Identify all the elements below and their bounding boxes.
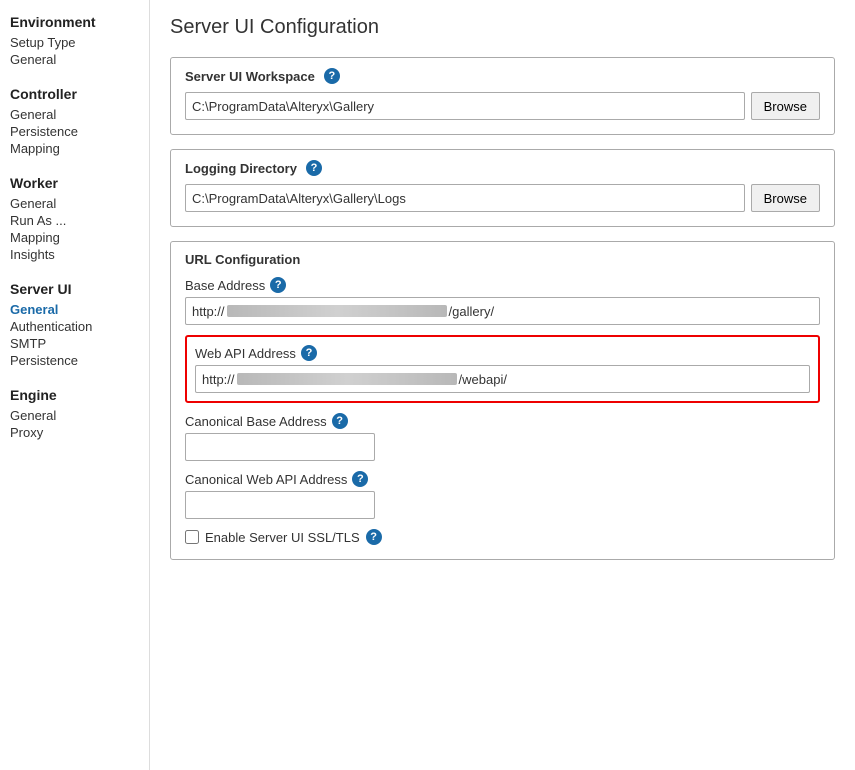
canonical-webapi-label: Canonical Web API Address ? [185,471,820,487]
sidebar-item-worker-runas[interactable]: Run As ... [10,212,149,229]
sidebar-item-engine-proxy[interactable]: Proxy [10,424,149,441]
base-address-blurred [227,305,447,317]
logging-section: Logging Directory ? Browse [170,149,835,227]
web-api-input[interactable]: http:// /webapi/ [195,365,810,393]
sidebar-item-env-general[interactable]: General [10,51,149,68]
web-api-prefix: http:// [202,372,235,387]
web-api-suffix: /webapi/ [459,372,507,387]
canonical-base-input[interactable] [185,433,375,461]
logging-help-icon[interactable]: ? [306,160,322,176]
sidebar-section-worker: Worker [10,175,149,191]
ssl-label[interactable]: Enable Server UI SSL/TLS [205,530,360,545]
sidebar-item-engine-general[interactable]: General [10,407,149,424]
sidebar-item-env-setup-type[interactable]: Setup Type [10,34,149,51]
workspace-input-row: Browse [185,92,820,120]
sidebar-section-engine: Engine [10,387,149,403]
workspace-section: Server UI Workspace ? Browse [170,57,835,135]
base-address-row: Base Address ? http:// /gallery/ [185,277,820,325]
sidebar-section-environment: Environment [10,14,149,30]
sidebar-item-serverui-smtp[interactable]: SMTP [10,335,149,352]
workspace-browse-button[interactable]: Browse [751,92,820,120]
sidebar-item-worker-mapping[interactable]: Mapping [10,229,149,246]
sidebar-section-serverui: Server UI [10,281,149,297]
web-api-label: Web API Address ? [195,345,810,361]
logging-browse-button[interactable]: Browse [751,184,820,212]
canonical-base-label: Canonical Base Address ? [185,413,820,429]
ssl-help-icon[interactable]: ? [366,529,382,545]
sidebar-section-controller: Controller [10,86,149,102]
sidebar-item-ctrl-general[interactable]: General [10,106,149,123]
base-address-input[interactable]: http:// /gallery/ [185,297,820,325]
ssl-checkbox-row: Enable Server UI SSL/TLS ? [185,529,820,545]
url-config-title: URL Configuration [185,252,820,267]
sidebar-item-ctrl-persistence[interactable]: Persistence [10,123,149,140]
canonical-base-row: Canonical Base Address ? [185,413,820,461]
sidebar: Environment Setup Type General Controlle… [0,0,150,770]
base-address-help-icon[interactable]: ? [270,277,286,293]
web-api-blurred [237,373,457,385]
sidebar-item-serverui-persistence[interactable]: Persistence [10,352,149,369]
canonical-webapi-input[interactable] [185,491,375,519]
sidebar-item-serverui-general[interactable]: General [10,301,149,318]
logging-input-row: Browse [185,184,820,212]
url-config-section: URL Configuration Base Address ? http://… [170,241,835,560]
main-content: Server UI Configuration Server UI Worksp… [150,0,855,770]
sidebar-item-ctrl-mapping[interactable]: Mapping [10,140,149,157]
sidebar-item-serverui-authentication[interactable]: Authentication [10,318,149,335]
workspace-help-icon[interactable]: ? [324,68,340,84]
logging-legend: Logging Directory [181,161,301,176]
sidebar-item-worker-insights[interactable]: Insights [10,246,149,263]
workspace-input[interactable] [185,92,745,120]
workspace-legend: Server UI Workspace [181,69,319,84]
canonical-webapi-row: Canonical Web API Address ? [185,471,820,519]
canonical-base-help-icon[interactable]: ? [332,413,348,429]
ssl-checkbox[interactable] [185,530,199,544]
web-api-help-icon[interactable]: ? [301,345,317,361]
page-title: Server UI Configuration [170,16,835,39]
logging-input[interactable] [185,184,745,212]
sidebar-item-worker-general[interactable]: General [10,195,149,212]
base-address-label: Base Address ? [185,277,820,293]
base-address-prefix: http:// [192,304,225,319]
canonical-webapi-help-icon[interactable]: ? [352,471,368,487]
web-api-highlight-box: Web API Address ? http:// /webapi/ [185,335,820,403]
base-address-suffix: /gallery/ [449,304,495,319]
